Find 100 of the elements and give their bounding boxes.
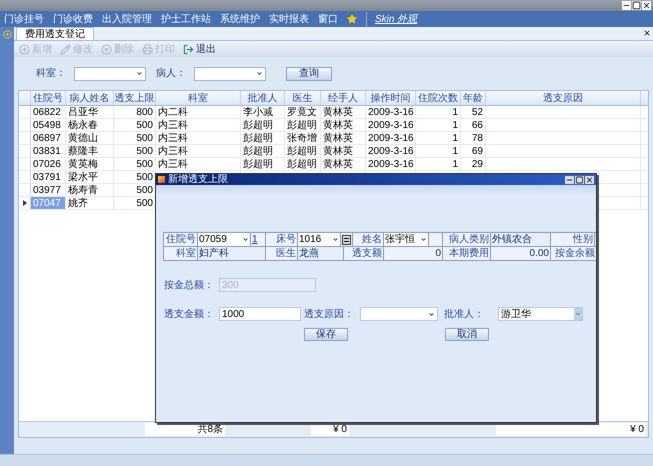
total-amount: ¥ 0 [333,423,347,437]
table-cell-text: 2009-3-16 [368,118,414,132]
query-button[interactable]: 查询 [286,66,332,80]
menu-item[interactable]: 实时报表 [269,12,309,26]
menu-item[interactable]: 门诊挂号 [4,12,44,26]
table-cell-text: 彭超明 [243,118,273,132]
table-cell-text: 内三科 [158,118,188,132]
table-cell: 本期费用 [443,247,491,260]
column-header[interactable]: 透支原因 [486,91,641,105]
column-header[interactable]: 住院次数 [416,91,461,105]
caret-icon[interactable] [420,236,427,243]
table-cell-text: 2009-3-16 [368,106,414,120]
link[interactable]: 1 [251,233,266,246]
column-header[interactable]: 病人姓名 [66,91,114,105]
maximize-icon[interactable] [632,1,641,10]
minimize-icon[interactable] [565,176,574,184]
table-cell-text: 500 [136,170,153,184]
table-cell-text: 07026 [33,158,61,172]
table-cell-text: 03831 [33,144,61,158]
table-row[interactable]: 03831 蔡隆丰 500 内三科 彭超明 彭超明 黄林英 2009-3-16 1 69 [19,145,648,158]
menu-item[interactable]: 门诊收费 [53,12,93,26]
dropdown-field[interactable] [74,66,146,80]
caret-icon[interactable] [332,236,339,243]
caret-icon[interactable] [256,70,263,77]
delete-icon [101,44,112,54]
table-cell-text: 500 [136,144,153,158]
field-label: 透支原因： [304,308,355,322]
table-cell-text: 03791 [33,170,61,184]
dropdown-field[interactable]: 07059 [198,233,251,246]
table-row[interactable]: 07026 黄英梅 500 内三科 彭超明 彭超明 黄林英 2009-3-16 1 29 [19,158,648,171]
table-cell-text: 张奇增 [287,132,317,146]
maximize-icon[interactable] [575,176,584,184]
table-cell: 按金余额 [551,247,596,260]
table-row[interactable]: 05498 杨永春 500 内三科 彭超明 彭超明 黄林英 2009-3-16 1 66 [19,119,648,132]
close-icon[interactable] [643,29,651,37]
table-cell-text: 杨永春 [68,118,98,132]
table-cell-text: 彭超明 [287,158,317,172]
dropdown-field[interactable] [194,66,266,80]
dropdown-field[interactable]: 1016 [298,233,341,246]
table-cell-text: 罗竟文 [287,106,317,120]
minimize-icon[interactable] [622,1,631,10]
collapse-icon[interactable] [342,234,351,244]
table-cell-text: 黄林英 [323,118,353,132]
table-cell-text: 黄林英 [323,106,353,120]
table-row[interactable]: 06822 吕亚华 800 内二科 李小减 罗竟文 黄林英 2009-3-16 1 52 [19,106,648,119]
input-field[interactable]: 1000 [219,307,301,321]
dropdown-field[interactable]: 张宇恒 [384,233,429,246]
dropdown-arrow-button[interactable] [574,308,582,320]
star-icon[interactable] [347,14,357,24]
table-cell-text: 500 [136,158,153,172]
table-cell: 0.00 [491,247,551,260]
column-header[interactable]: 经手人 [321,91,366,105]
menu-item[interactable]: 窗口 [318,12,338,26]
table-cell-text: 800 [136,106,153,120]
toolbar-button[interactable]: 退出 [181,42,218,56]
menu-item[interactable]: 出入院管理 [102,12,152,26]
dialog-button[interactable]: 取消 [445,328,489,341]
table-cell-text: 500 [136,196,153,210]
pencil-icon [60,44,71,54]
app-icon [158,176,165,183]
table-cell-text: 黄林英 [323,158,353,172]
table-cell-text: 黄林英 [323,132,353,146]
table-cell-text: 1 [452,144,458,158]
field-label: 批准人： [444,308,485,322]
table-row[interactable]: 06897 黄德山 500 内三科 彭超明 张奇增 黄林英 2009-3-16 1 78 [19,132,648,145]
table-cell-text: 78 [472,132,483,146]
table-cell-text: 杨寿青 [68,184,98,198]
table-cell-text: 黄林英 [323,144,353,158]
menu-item[interactable]: 系统维护 [220,12,260,26]
table-cell-text: 2009-3-16 [368,132,414,146]
row-pointer-icon [22,200,26,206]
column-header[interactable]: 住院号 [31,91,66,105]
add-icon[interactable] [2,30,12,39]
field-label: 科室： [36,66,66,81]
table-cell-text: 内三科 [158,132,188,146]
table-cell-text: 1 [452,132,458,146]
printer-icon [142,44,153,54]
caret-icon[interactable] [242,236,249,243]
table-cell-text: 1 [452,106,458,120]
column-header[interactable]: 医生 [285,91,321,105]
caret-icon[interactable] [428,310,435,318]
table-cell: 外镇农合 [491,233,551,246]
table-cell-text: 03977 [33,184,61,198]
dropdown-field[interactable] [360,307,438,321]
total-amount: ¥ 0 [630,423,644,437]
close-icon[interactable] [585,176,594,184]
menu-item[interactable]: 护士工作站 [161,12,211,26]
column-header[interactable]: 年龄 [461,91,486,105]
table-cell-text: 内二科 [158,106,188,120]
table-cell-text: 2009-3-16 [368,158,414,172]
caret-icon[interactable] [136,70,143,77]
table-cell-text: 2009-3-16 [368,144,414,158]
column-header[interactable]: 透支上限 [114,91,156,105]
tab[interactable]: 费用透支登记 [16,27,94,40]
column-header[interactable]: 科室 [156,91,241,105]
column-header[interactable]: 批准人 [241,91,285,105]
dropdown-field[interactable]: 游卫华 [498,307,583,321]
column-header[interactable]: 操作时间 [366,91,416,105]
dialog-button[interactable]: 保存 [304,328,348,341]
close-icon[interactable] [642,1,651,10]
